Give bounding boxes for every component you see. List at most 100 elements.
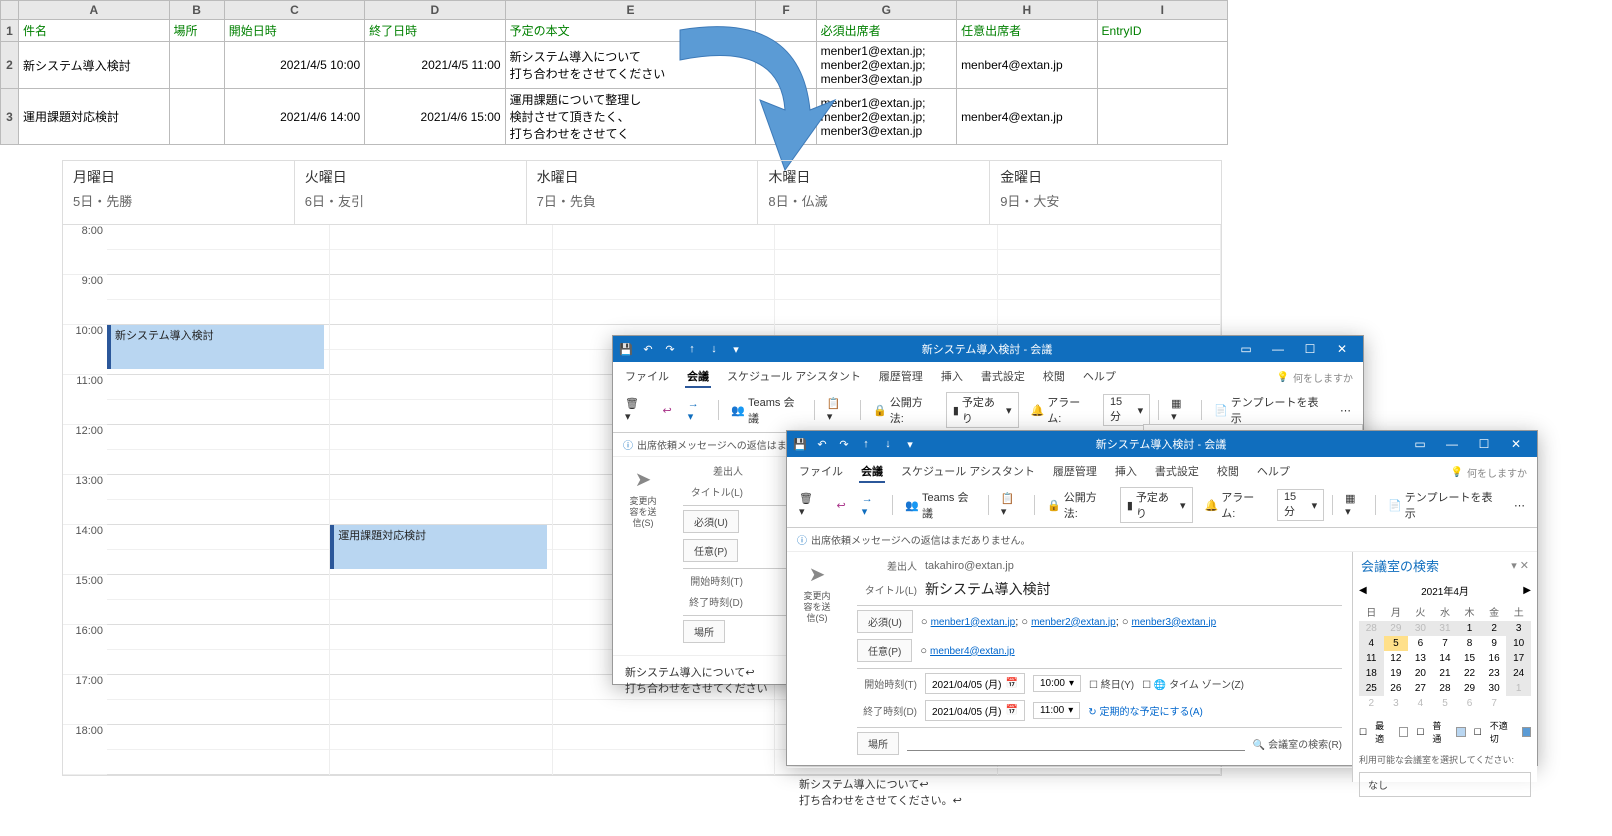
template-button[interactable]: 📄テンプレートを表示 (1210, 392, 1328, 428)
excel-col-b[interactable]: B (169, 1, 224, 20)
show-as-dropdown[interactable]: ▮予定あり ▾ (946, 392, 1019, 428)
calendar-day-header[interactable]: 火曜日6日・友引 (295, 161, 527, 225)
ribbon-display-icon[interactable]: ▭ (1231, 342, 1261, 356)
title-bar[interactable]: 💾 ↶ ↷ ↑ ↓ ▾ 新システム導入検討 - 会議 ▭ — ☐ ✕ (787, 431, 1537, 457)
timezone-checkbox[interactable]: ☐ 🌐 タイム ゾーン(Z) (1142, 676, 1244, 691)
tab-scheduling[interactable]: スケジュール アシスタント (899, 461, 1037, 481)
undo-icon[interactable]: ↶ (641, 343, 655, 356)
mini-cal-day[interactable]: 5 (1384, 636, 1409, 651)
hdr-entryid[interactable]: EntryID (1097, 20, 1227, 42)
minimize-icon[interactable]: — (1437, 437, 1467, 451)
customize-qat-icon[interactable]: ▾ (903, 438, 917, 451)
mini-cal-day[interactable]: 28 (1433, 681, 1458, 696)
mini-cal-day[interactable]: 3 (1384, 696, 1409, 711)
room-search-link[interactable]: 🔍 会議室の検索(R) (1253, 736, 1342, 751)
excel-col-h[interactable]: H (957, 1, 1097, 20)
mini-cal-day[interactable]: 16 (1482, 651, 1507, 666)
mini-cal-day[interactable]: 8 (1457, 636, 1482, 651)
room-dropdown-icon[interactable]: ▾ (1511, 560, 1517, 572)
calendar-day-header[interactable]: 月曜日5日・先勝 (63, 161, 295, 225)
mini-cal-day[interactable]: 3 (1506, 621, 1531, 636)
minimize-icon[interactable]: — (1263, 342, 1293, 356)
customize-qat-icon[interactable]: ▾ (729, 343, 743, 356)
maximize-icon[interactable]: ☐ (1469, 437, 1499, 451)
calendar-day-header[interactable]: 金曜日9日・大安 (990, 161, 1221, 225)
mini-cal-day[interactable]: 23 (1482, 666, 1507, 681)
reply-button[interactable]: ↩ (658, 402, 675, 419)
mini-cal-day[interactable]: 25 (1359, 681, 1384, 696)
tab-help[interactable]: ヘルプ (1081, 366, 1118, 386)
save-icon[interactable]: 💾 (619, 343, 633, 356)
mini-cal-day[interactable]: 9 (1482, 636, 1507, 651)
start-date-input[interactable]: 2021/04/05 (月) 📅 (925, 673, 1025, 694)
mini-cal-day[interactable]: 22 (1457, 666, 1482, 681)
excel-col-c[interactable]: C (224, 1, 364, 20)
prev-month-icon[interactable]: ◀ (1359, 585, 1367, 596)
calendar-day-column[interactable] (107, 225, 330, 775)
mini-cal-day[interactable]: 30 (1482, 681, 1507, 696)
redo-icon[interactable]: ↷ (663, 343, 677, 356)
up-icon[interactable]: ↑ (859, 438, 873, 450)
tab-help[interactable]: ヘルプ (1255, 461, 1292, 481)
hdr-optional[interactable]: 任意出席者 (957, 20, 1097, 42)
maximize-icon[interactable]: ☐ (1295, 342, 1325, 356)
tab-file[interactable]: ファイル (623, 366, 671, 386)
mini-cal-day[interactable]: 17 (1506, 651, 1531, 666)
reply-button[interactable]: ↩ (832, 497, 849, 514)
mini-cal-day[interactable]: 12 (1384, 651, 1409, 666)
teams-meeting-button[interactable]: 👥 Teams 会議 (901, 487, 980, 523)
down-icon[interactable]: ↓ (707, 343, 721, 355)
tab-file[interactable]: ファイル (797, 461, 845, 481)
show-as-dropdown[interactable]: ▮予定あり ▾ (1120, 487, 1193, 523)
mini-cal-day[interactable]: 14 (1433, 651, 1458, 666)
options-button[interactable]: 📋 ▾ (823, 395, 852, 425)
optional-button[interactable]: 任意(P) (857, 639, 912, 662)
reminder-dropdown[interactable]: 15 分 ▾ (1277, 489, 1324, 521)
mini-cal-day[interactable]: 4 (1359, 636, 1384, 651)
redo-icon[interactable]: ↷ (837, 438, 851, 451)
tab-format[interactable]: 書式設定 (979, 366, 1027, 386)
tell-me[interactable]: 💡何をしますか (1451, 465, 1527, 480)
tab-meeting[interactable]: 会議 (859, 461, 885, 483)
location-input[interactable] (907, 737, 1245, 751)
hdr-start[interactable]: 開始日時 (224, 20, 364, 42)
mini-cal-day[interactable]: 15 (1457, 651, 1482, 666)
excel-col-d[interactable]: D (365, 1, 505, 20)
title-input[interactable]: 新システム導入検討 (925, 579, 1342, 599)
forward-button[interactable]: → ▾ (684, 396, 711, 425)
send-button[interactable]: ➤ 変更内 容を送 信(S) (787, 552, 847, 767)
up-icon[interactable]: ↑ (685, 343, 699, 355)
categorize-button[interactable]: ▦ ▾ (1341, 490, 1367, 520)
required-field[interactable]: ○ menber1@extan.jp; ○ menber2@extan.jp; … (921, 616, 1342, 628)
excel-col-a[interactable]: A (19, 1, 169, 20)
required-button[interactable]: 必須(U) (683, 510, 739, 533)
tab-insert[interactable]: 挿入 (939, 366, 965, 386)
template-button[interactable]: 📄テンプレートを表示 (1384, 487, 1502, 523)
next-month-icon[interactable]: ▶ (1523, 585, 1531, 596)
end-date-input[interactable]: 2021/04/05 (月) 📅 (925, 700, 1025, 721)
calendar-day-header[interactable]: 水曜日7日・先負 (527, 161, 759, 225)
mini-cal-day[interactable]: 13 (1408, 651, 1433, 666)
mini-cal-day[interactable]: 1 (1457, 621, 1482, 636)
mini-cal-day[interactable]: 10 (1506, 636, 1531, 651)
tell-me[interactable]: 💡何をしますか (1277, 370, 1353, 385)
tab-review[interactable]: 校閲 (1041, 366, 1067, 386)
delete-button[interactable]: 🗑 ▾ (621, 395, 650, 425)
room-close-icon[interactable]: ✕ (1520, 560, 1529, 572)
location-button[interactable]: 場所 (683, 620, 725, 643)
options-button[interactable]: 📋 ▾ (997, 490, 1026, 520)
mini-cal-day[interactable]: 2 (1482, 621, 1507, 636)
title-bar[interactable]: 💾 ↶ ↷ ↑ ↓ ▾ 新システム導入検討 - 会議 ▭ — ☐ ✕ (613, 336, 1363, 362)
close-icon[interactable]: ✕ (1327, 342, 1357, 356)
tab-format[interactable]: 書式設定 (1153, 461, 1201, 481)
start-time-input[interactable]: 10:00 ▾ (1033, 675, 1081, 692)
end-time-input[interactable]: 11:00 ▾ (1033, 702, 1080, 719)
tab-meeting[interactable]: 会議 (685, 366, 711, 388)
tab-tracking[interactable]: 履歴管理 (1051, 461, 1099, 481)
excel-corner[interactable] (1, 1, 19, 20)
send-button[interactable]: ➤ 変更内 容を送 信(S) (613, 457, 673, 655)
mini-cal-day[interactable]: 31 (1433, 621, 1458, 636)
reminder-dropdown[interactable]: 15 分 ▾ (1103, 394, 1150, 426)
excel-col-i[interactable]: I (1097, 1, 1227, 20)
close-icon[interactable]: ✕ (1501, 437, 1531, 451)
